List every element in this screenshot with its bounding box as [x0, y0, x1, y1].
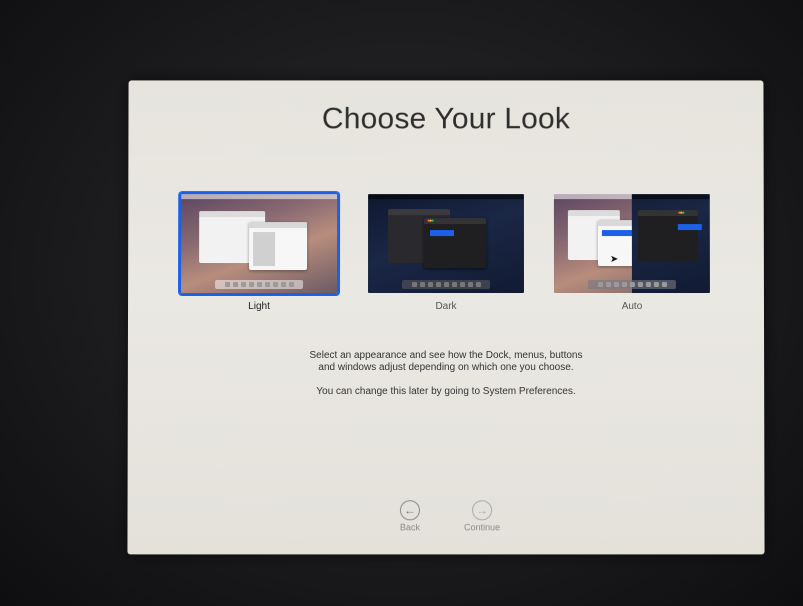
- menu-bar-preview: [181, 194, 338, 200]
- back-button[interactable]: ← Back: [380, 500, 440, 532]
- dock-preview: [587, 280, 676, 290]
- appearance-option-auto[interactable]: ●●● ➤ Auto: [552, 192, 712, 312]
- description-line-2: and windows adjust depending on which on…: [318, 362, 574, 374]
- back-label: Back: [399, 522, 420, 533]
- dock-preview: [402, 280, 490, 290]
- light-preview-thumbnail[interactable]: [179, 192, 340, 296]
- description-note: You can change this later by going to Sy…: [316, 386, 576, 398]
- menu-bar-preview: [368, 194, 524, 200]
- setup-assistant-screen: Choose Your Look Light ●●● Dark ●●● ➤ Au…: [127, 80, 765, 555]
- option-label-light: Light: [248, 301, 270, 313]
- arrow-right-icon: →: [472, 500, 493, 521]
- description-line-1: Select an appearance and see how the Doc…: [309, 350, 583, 362]
- dock-preview: [215, 280, 304, 290]
- description-text: Select an appearance and see how the Doc…: [128, 350, 764, 410]
- appearance-option-light[interactable]: Light: [179, 192, 340, 313]
- dark-preview-thumbnail[interactable]: ●●●: [366, 192, 526, 295]
- auto-light-half: [553, 194, 632, 294]
- option-label-auto: Auto: [621, 301, 643, 313]
- window-preview: ●●●: [424, 218, 486, 269]
- auto-preview-thumbnail[interactable]: ●●● ➤: [552, 192, 712, 295]
- mouse-cursor-icon: ➤: [609, 254, 619, 266]
- continue-label: Continue: [464, 522, 501, 533]
- window-preview: [249, 222, 308, 271]
- appearance-option-dark[interactable]: ●●● Dark: [366, 192, 526, 312]
- auto-dark-half: ●●●: [631, 194, 710, 294]
- page-title: Choose Your Look: [321, 102, 571, 136]
- option-label-dark: Dark: [435, 301, 457, 313]
- continue-button[interactable]: → Continue: [452, 500, 512, 532]
- arrow-left-icon: ←: [399, 500, 420, 521]
